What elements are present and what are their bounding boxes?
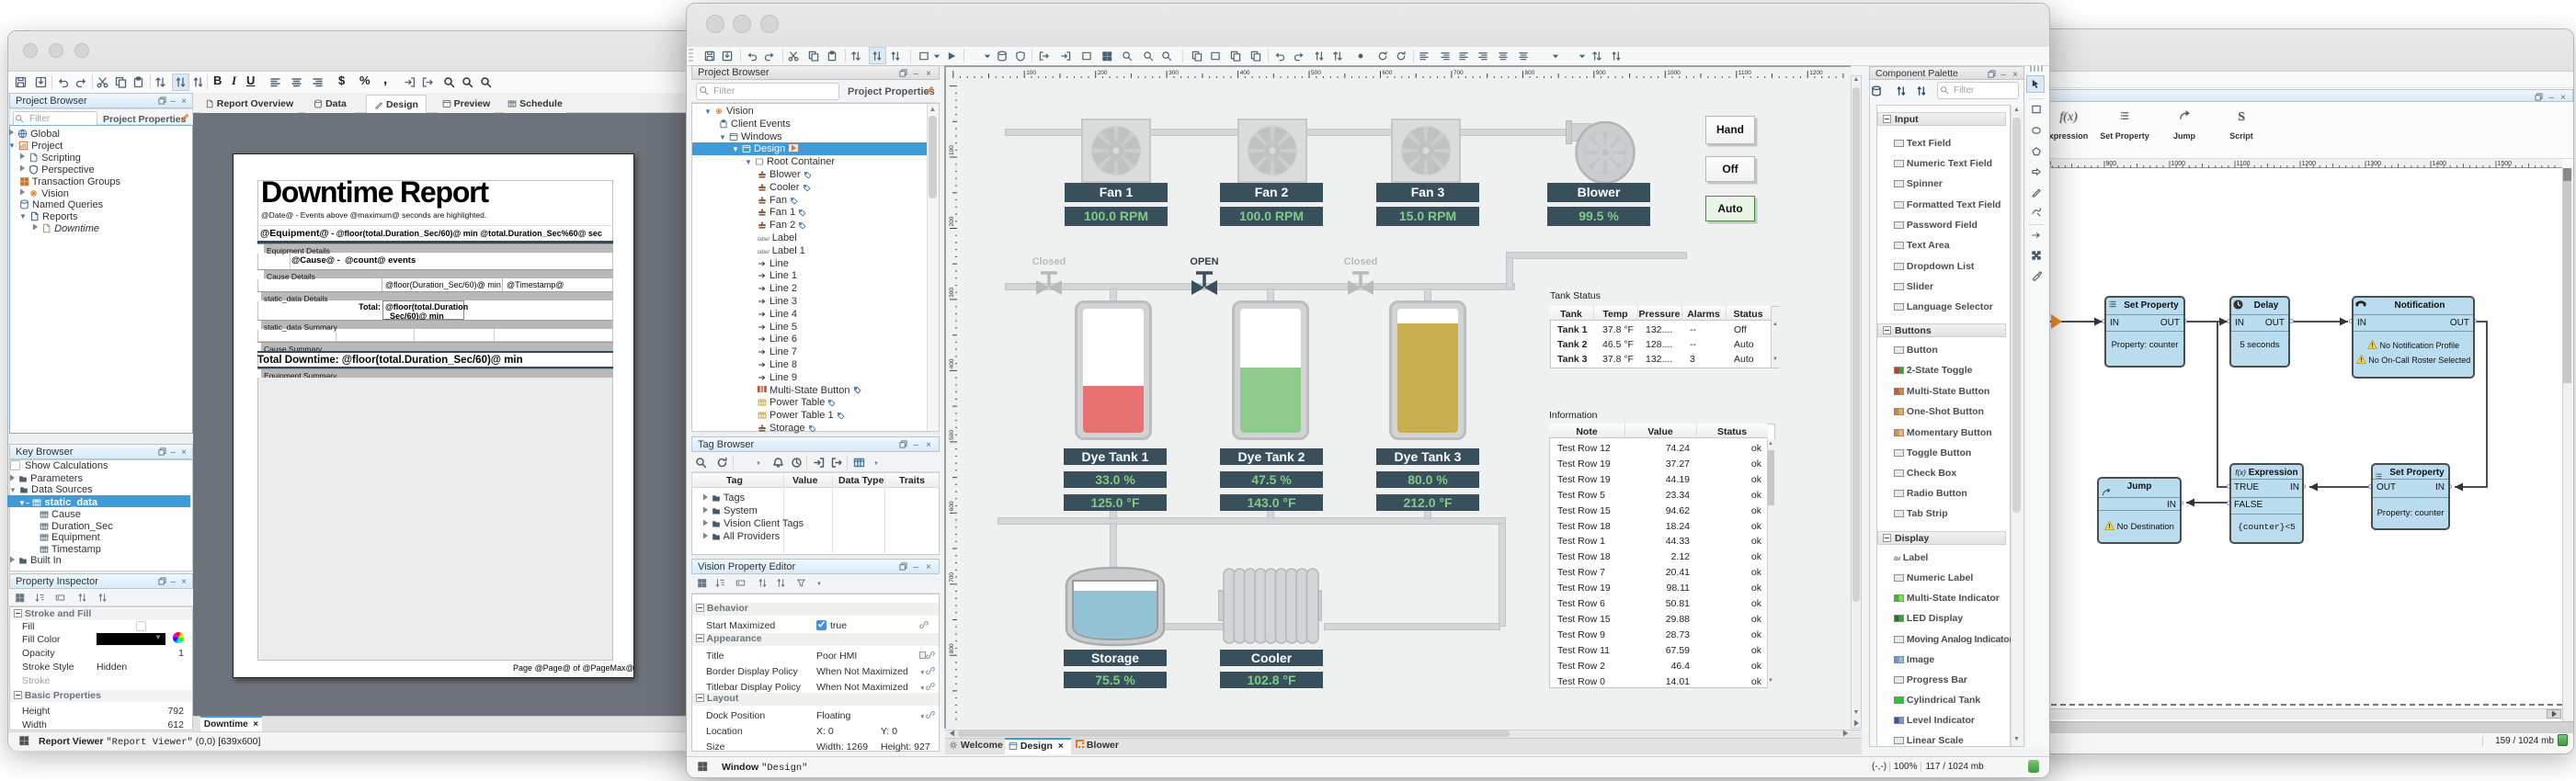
svg-text:700: 700 (949, 572, 955, 583)
svg-text:800: 800 (1524, 70, 1534, 76)
svg-text:1000: 1000 (2171, 161, 2186, 167)
svg-text:300: 300 (1168, 70, 1179, 76)
svg-text:100: 100 (949, 145, 955, 155)
svg-text:1300: 1300 (2367, 161, 2382, 167)
svg-text:!: ! (2108, 522, 2110, 530)
svg-text:500: 500 (949, 430, 955, 440)
svg-text:900: 900 (1596, 70, 1606, 76)
svg-text:400: 400 (1240, 70, 1250, 76)
svg-text:!: ! (2360, 356, 2362, 364)
svg-text:200: 200 (1098, 70, 1108, 76)
svg-text:600: 600 (949, 501, 955, 511)
svg-text:300: 300 (949, 288, 955, 298)
svg-text:1400: 1400 (2433, 161, 2447, 167)
svg-text:!: ! (2371, 341, 2373, 349)
svg-text:500: 500 (1311, 70, 1321, 76)
svg-text:600: 600 (1383, 70, 1393, 76)
svg-text:1200: 1200 (1809, 70, 1823, 76)
svg-text:100: 100 (1026, 70, 1036, 76)
svg-text:1200: 1200 (2302, 161, 2317, 167)
svg-text:1000: 1000 (1667, 70, 1681, 76)
svg-text:1500: 1500 (2498, 161, 2513, 167)
svg-text:700: 700 (1453, 70, 1464, 76)
svg-text:200: 200 (949, 216, 955, 226)
svg-text:1100: 1100 (1738, 70, 1751, 76)
svg-text:800: 800 (949, 643, 955, 653)
svg-text:400: 400 (949, 358, 955, 368)
